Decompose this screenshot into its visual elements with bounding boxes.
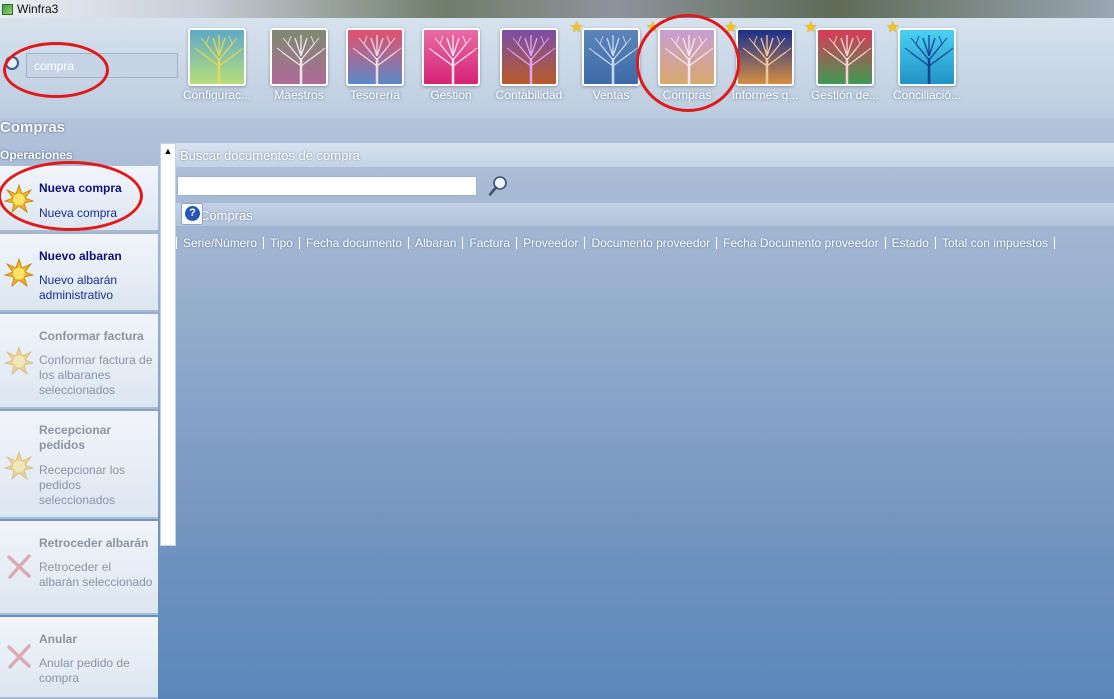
module-1[interactable]: Maestros: [268, 28, 330, 108]
sun-icon: [3, 183, 35, 214]
operation-description: Anular pedido de compra: [39, 656, 130, 685]
sun-icon: [3, 345, 35, 376]
module-0[interactable]: Configurac...: [183, 28, 251, 108]
tree-grey-icon: [270, 28, 328, 86]
favorite-star-icon[interactable]: ★: [724, 20, 737, 35]
column-header[interactable]: Factura: [462, 237, 516, 249]
column-header[interactable]: Serie/Número: [176, 237, 263, 249]
tree-green-icon: [188, 28, 246, 86]
module-9[interactable]: Conciliació...: [893, 28, 961, 108]
operation-title: Anular: [39, 632, 78, 646]
operation-title: Nuevo albaran: [39, 249, 122, 263]
module-label: Tesorería: [349, 88, 401, 102]
column-header[interactable]: Fecha Documento proveedor: [716, 237, 884, 249]
tree-blue-icon: [582, 28, 640, 86]
window-titlebar: Winfra3: [0, 0, 1114, 18]
module-label: Maestros: [274, 88, 324, 102]
help-icon[interactable]: ?: [181, 203, 203, 225]
operation-description: Nuevo albarán administrativo: [39, 273, 118, 302]
tree-cyan-icon: [898, 28, 956, 86]
favorite-star-icon[interactable]: ★: [646, 20, 659, 35]
module-label: Ventas: [592, 88, 630, 102]
tree-red-icon: [346, 28, 404, 86]
tree-navy-icon: [736, 28, 794, 86]
sun-icon: [3, 450, 35, 481]
module-label: Gestión de...: [810, 88, 880, 102]
tree-crimson-icon: [816, 28, 874, 86]
column-header[interactable]: Total con impuestos: [934, 237, 1056, 249]
x-icon: [4, 641, 34, 671]
column-header[interactable]: Tipo: [263, 237, 299, 249]
column-header[interactable]: Estado: [884, 237, 935, 249]
operation-description: Recepcionar los pedidos seleccionados: [39, 463, 126, 507]
operation-title: Recepcionar pedidos: [39, 423, 112, 452]
module-5[interactable]: Ventas: [580, 28, 642, 108]
favorite-star-icon[interactable]: ★: [804, 20, 817, 35]
favorite-star-icon[interactable]: ★: [886, 20, 899, 35]
module-6[interactable]: Compras: [656, 28, 718, 108]
operation-description: Conformar factura de los albaranes selec…: [39, 353, 153, 397]
column-header[interactable]: Proveedor: [516, 237, 584, 249]
module-label: Compras: [662, 88, 712, 102]
favorite-star-icon[interactable]: ★: [570, 20, 583, 35]
column-header[interactable]: Albaran: [408, 237, 462, 249]
operation-title: Conformar factura: [39, 329, 144, 343]
module-2[interactable]: Tesorería: [344, 28, 406, 108]
operation-description: Retroceder el albarán seleccionado: [39, 560, 153, 589]
page-title: Compras: [0, 119, 66, 136]
operations-scrollbar[interactable]: ▲: [160, 143, 176, 546]
operation-item[interactable]: Nuevo albaran Nuevo albarán administrativ…: [0, 234, 158, 312]
operation-item[interactable]: Conformar factura Conformar factura de lo…: [0, 314, 158, 409]
module-label: Configurac...: [182, 88, 252, 102]
documents-search-input[interactable]: [177, 176, 477, 196]
module-label: Informes g...: [731, 88, 799, 102]
scroll-up-arrow-icon[interactable]: ▲: [163, 146, 173, 156]
window-title: Winfra3: [17, 2, 59, 16]
operation-item[interactable]: Retroceder albarán Retroceder el albarán …: [0, 521, 158, 615]
app-icon: [2, 3, 13, 15]
tree-purple-icon: [500, 28, 558, 86]
module-label: Contabilidad: [495, 88, 563, 102]
module-8[interactable]: Gestión de...: [811, 28, 879, 108]
search-documents-header: Buscar documentos de compra: [176, 143, 1114, 167]
module-label: Conciliació...: [892, 88, 962, 102]
documents-section-header: Compras: [176, 203, 1114, 226]
module-search-input[interactable]: [26, 53, 178, 78]
tree-pink-icon: [422, 28, 480, 86]
operations-header: Operaciones: [0, 148, 73, 162]
module-label: Gestion: [430, 88, 472, 102]
operation-title: Nueva compra: [39, 181, 122, 195]
operation-item[interactable]: Recepcionar pedidos Recepcionar los pedid…: [0, 411, 158, 519]
module-bar: Configurac... Maestros Tesorería Gestion Con…: [0, 14, 1114, 118]
magnifier-icon[interactable]: [488, 175, 508, 197]
operation-item[interactable]: Nueva compra Nueva compra: [0, 166, 158, 232]
module-4[interactable]: Contabilidad: [496, 28, 562, 108]
module-3[interactable]: Gestion: [420, 28, 482, 108]
sun-icon: [3, 257, 35, 288]
x-icon: [4, 551, 34, 581]
column-header[interactable]: Fecha documento: [298, 237, 408, 249]
column-header[interactable]: Documento proveedor: [584, 237, 716, 249]
module-7[interactable]: Informes g...: [732, 28, 798, 108]
operation-title: Retroceder albarán: [39, 536, 149, 550]
documents-table-header: Serie/Número Tipo Fecha documento Albaran Fa…: [176, 234, 1056, 252]
operation-description: Nueva compra: [39, 206, 118, 220]
tree-peach-icon: [658, 28, 716, 86]
search-icon: [5, 56, 19, 70]
operation-item[interactable]: Anular Anular pedido de compra: [0, 617, 158, 699]
